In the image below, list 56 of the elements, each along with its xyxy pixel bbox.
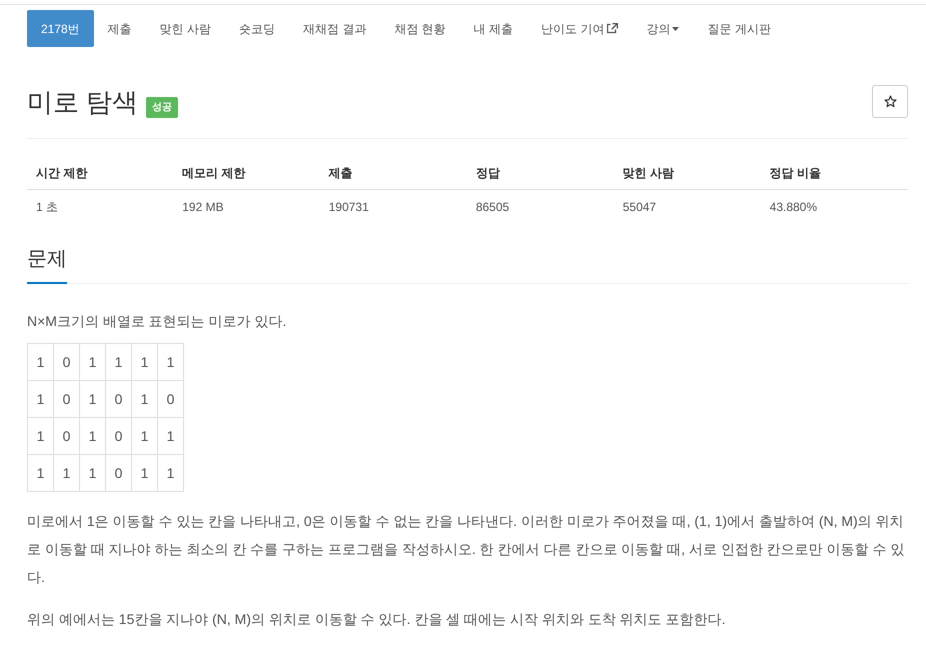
nav-tab[interactable]: 강의 [632,10,694,47]
section-heading: 문제 [27,244,67,284]
nav-tab[interactable]: 재채점 결과 [289,10,380,47]
description-text: 미로에서 1은 이동할 수 있는 칸을 나타내고, 0은 이동할 수 없는 칸을 나타낸다. 이러한 미로가 주어졌을 때, (1, 1)에서 출발하여 (N, M)의 위치로 이동할 때 지나야 하는 최소의 칸 수를 구하는 프로그램을 작성하시오. 한 칸에서 다른 칸으로 이동할 때, 서로 인접한 칸으로만 이동할 수 있다. [27,512,906,587]
maze-cell: 1 [54,454,80,492]
maze-cell: 0 [54,344,80,380]
maze-cell: 1 [106,344,132,380]
column-header: 정답 비율 [760,157,908,189]
table-cell: 190731 [320,189,467,224]
maze-cell: 1 [28,418,54,454]
description-text: N×M크기의 배열로 표현되는 미로가 있다. [27,312,288,331]
nav-tab[interactable]: 내 제출 [460,10,528,47]
nav-tab[interactable]: 제출 [94,10,146,47]
nav-tab[interactable]: 채점 현황 [380,10,460,47]
maze-cell: 1 [132,454,158,492]
nav-tab[interactable]: 2178번 [27,10,94,47]
external-link-icon [607,23,618,34]
maze-cell: 1 [132,380,158,418]
nav-tab[interactable]: 숏코딩 [225,10,290,47]
maze-cell: 1 [28,344,54,380]
maze-cell: 1 [80,418,106,454]
maze-cell: 1 [132,418,158,454]
caret-icon [672,26,680,30]
nav-tab[interactable]: 난이도 기여 [527,10,632,47]
maze-cell: 1 [132,344,158,380]
maze-cell: 1 [28,454,54,492]
maze-cell: 0 [106,380,132,418]
column-header: 정답 [466,157,614,189]
table-cell: 1 초 [27,189,174,224]
column-header: 메모리 제한 [173,157,320,189]
maze-cell: 0 [54,418,80,454]
nav-tab[interactable]: 질문 게시판 [693,10,785,47]
maze-cell: 1 [158,454,184,492]
column-header: 맞힌 사람 [614,157,761,189]
maze-cell: 0 [106,454,132,492]
maze-cell: 1 [158,344,184,380]
table-cell: 43.880% [760,189,908,224]
maze-cell: 1 [80,454,106,492]
table-cell: 55047 [614,189,761,224]
table-cell: 192 MB [173,189,320,224]
column-header: 시간 제한 [27,157,174,189]
problem-title: 미로 탐색 [27,86,138,119]
maze-cell: 1 [158,418,184,454]
star-button[interactable] [872,84,908,118]
maze-cell: 1 [80,380,106,418]
maze-cell: 0 [54,380,80,418]
maze-cell: 0 [106,418,132,454]
description-text: 위의 예에서는 15칸을 지나야 (N, M)의 위치로 이동할 수 있다. 칸을 셀 때에는 시작 위치와 도착 위치도 포함한다. [27,610,726,629]
maze-cell: 0 [158,380,184,418]
status-badge: 성공 [146,97,178,118]
maze-cell: 1 [80,344,106,380]
nav-tab[interactable]: 맞힌 사람 [146,10,226,47]
table-cell: 86505 [466,189,614,224]
star-icon [884,94,896,108]
column-header: 제출 [320,157,467,189]
maze-cell: 1 [28,380,54,418]
